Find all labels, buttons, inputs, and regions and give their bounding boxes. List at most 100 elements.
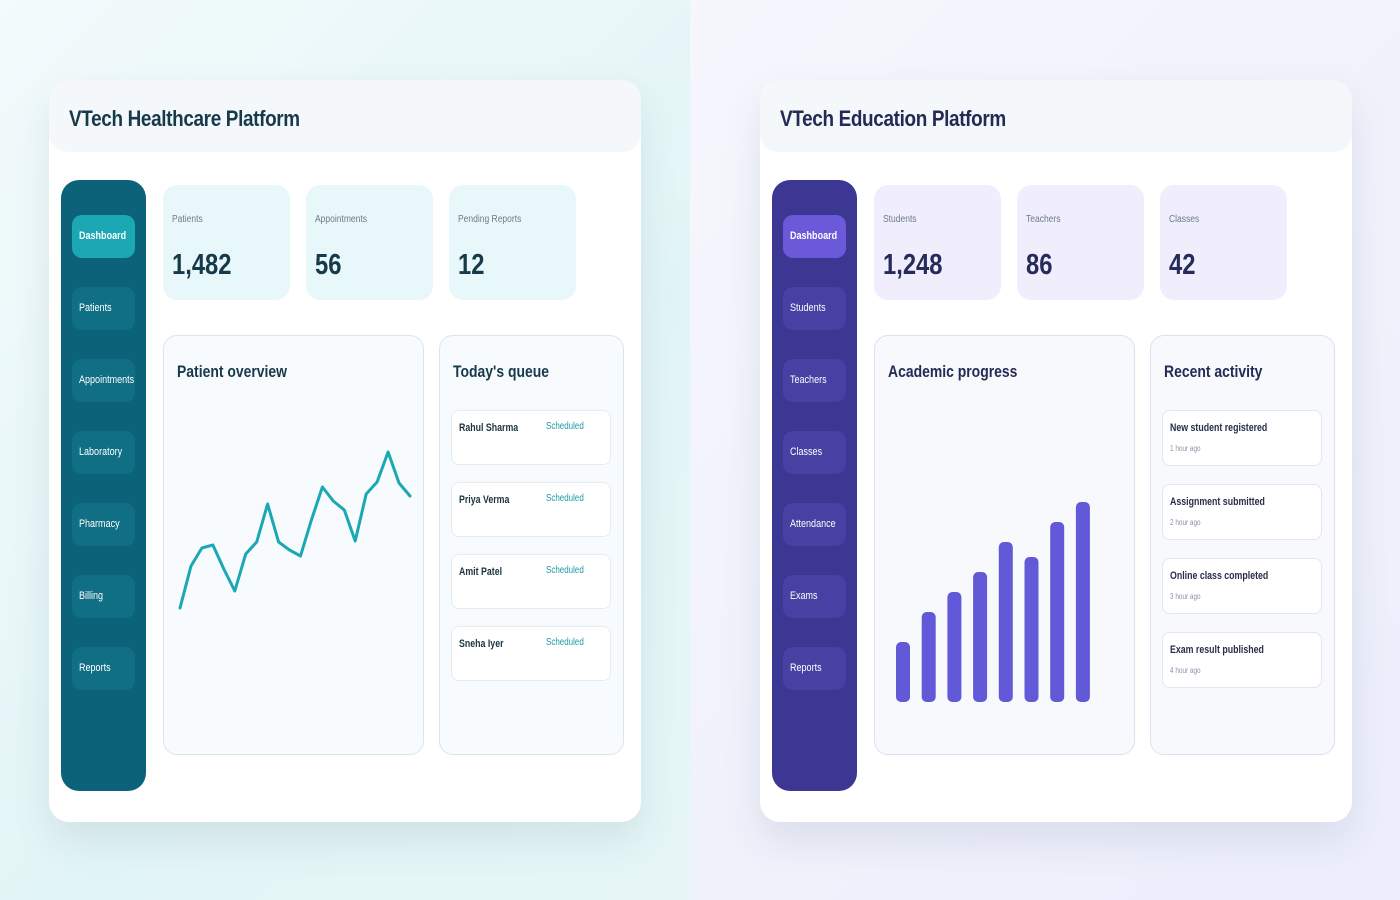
activity-item[interactable]: Exam result published 4 hour ago: [1162, 632, 1322, 688]
sidebar-item-billing[interactable]: Billing: [72, 575, 135, 618]
line-point-8: [255, 540, 258, 544]
sidebar-item-reports[interactable]: Reports: [783, 647, 846, 690]
stat-card-classes: Classes 42: [1160, 185, 1287, 300]
sidebar-item-attendance[interactable]: Attendance: [783, 503, 846, 546]
bar-5: [998, 542, 1013, 702]
sidebar-item-classes[interactable]: Classes: [783, 431, 846, 474]
status-badge: Scheduled: [546, 421, 584, 432]
patient-name: Priya Verma: [459, 494, 510, 506]
stat-card-students: Students 1,248: [874, 185, 1001, 300]
sidebar-item-appointments[interactable]: Appointments: [72, 359, 135, 402]
academic-progress-chart: [896, 502, 1090, 702]
line-point-17: [354, 539, 357, 543]
stat-card-patients: Patients 1,482: [163, 185, 290, 300]
stat-label: Appointments: [315, 214, 367, 225]
sidebar-item-label: Students: [790, 302, 826, 314]
activity-text: New student registered: [1170, 422, 1268, 434]
line-point-2: [189, 564, 193, 568]
sidebar-item-label: Dashboard: [790, 230, 838, 242]
line-point-15: [332, 499, 335, 503]
education-title: VTech Education Platform: [780, 106, 1006, 131]
panel-title: Recent activity: [1164, 362, 1263, 381]
stat-value: 1,482: [172, 249, 232, 281]
sidebar-item-dashboard[interactable]: Dashboard: [72, 215, 135, 258]
healthcare-dashboard: VTech Healthcare Platform Dashboard Pati…: [49, 80, 641, 822]
recent-activity-panel: Recent activity New student registered 1…: [1150, 335, 1335, 755]
sidebar-item-patients[interactable]: Patients: [72, 287, 135, 330]
line-point-16: [343, 508, 346, 512]
bar-6: [1024, 557, 1039, 702]
patient-overview-chart: [178, 450, 412, 610]
sidebar-item-students[interactable]: Students: [783, 287, 846, 330]
stat-card-appointments: Appointments 56: [306, 185, 433, 300]
stat-label: Students: [883, 214, 917, 225]
status-badge: Scheduled: [546, 565, 584, 576]
stat-label: Patients: [172, 214, 203, 225]
panel-title: Today's queue: [453, 362, 550, 381]
sidebar-item-label: Reports: [79, 662, 111, 674]
bar-2: [921, 612, 936, 702]
stat-card-teachers: Teachers 86: [1017, 185, 1144, 300]
sidebar-item-dashboard[interactable]: Dashboard: [783, 215, 846, 258]
line-point-14: [321, 485, 324, 489]
sidebar-item-label: Patients: [79, 302, 112, 314]
line-point-7: [244, 552, 247, 556]
activity-time: 3 hour ago: [1170, 592, 1201, 601]
sidebar-item-label: Classes: [790, 446, 823, 458]
line-point-3: [200, 546, 204, 550]
line-point-12: [299, 554, 302, 558]
sidebar-item-label: Attendance: [790, 518, 836, 530]
queue-item[interactable]: Amit Patel Scheduled: [451, 554, 611, 609]
sidebar-item-label: Teachers: [790, 374, 827, 386]
status-badge: Scheduled: [546, 493, 584, 504]
stat-label: Classes: [1169, 214, 1200, 225]
bar-8: [1075, 502, 1090, 702]
line-point-18: [365, 492, 368, 496]
stat-value: 12: [458, 249, 485, 281]
sidebar-item-label: Laboratory: [79, 446, 123, 458]
line-point-20: [386, 450, 390, 454]
patient-overview-line: [178, 450, 412, 610]
sidebar-item-label: Dashboard: [79, 230, 127, 242]
academic-progress-panel: Academic progress: [874, 335, 1135, 755]
queue-item[interactable]: Sneha Iyer Scheduled: [451, 626, 611, 681]
queue-item[interactable]: Rahul Sharma Scheduled: [451, 410, 611, 465]
sidebar-item-label: Reports: [790, 662, 822, 674]
queue-item[interactable]: Priya Verma Scheduled: [451, 482, 611, 537]
sidebar-item-laboratory[interactable]: Laboratory: [72, 431, 135, 474]
activity-item[interactable]: Assignment submitted 2 hour ago: [1162, 484, 1322, 540]
sidebar-item-pharmacy[interactable]: Pharmacy: [72, 503, 135, 546]
stat-value: 42: [1169, 249, 1196, 281]
patient-name: Rahul Sharma: [459, 422, 519, 434]
line-point-6: [233, 589, 236, 593]
sidebar-item-label: Appointments: [79, 374, 135, 386]
patient-overview-panel: Patient overview: [163, 335, 424, 755]
stat-value: 86: [1026, 249, 1053, 281]
stat-label: Teachers: [1026, 214, 1061, 225]
line-point-21: [397, 481, 401, 485]
sidebar-item-label: Billing: [79, 590, 104, 602]
stat-value: 1,248: [883, 249, 943, 281]
healthcare-header: VTech Healthcare Platform: [49, 80, 641, 152]
sidebar-item-label: Exams: [790, 590, 818, 602]
line-point-4: [211, 543, 215, 547]
activity-time: 1 hour ago: [1170, 444, 1201, 453]
activity-item[interactable]: New student registered 1 hour ago: [1162, 410, 1322, 466]
stat-value: 56: [315, 249, 342, 281]
line-point-1: [178, 606, 182, 610]
activity-item[interactable]: Online class completed 3 hour ago: [1162, 558, 1322, 614]
sidebar-item-exams[interactable]: Exams: [783, 575, 846, 618]
line-point-9: [266, 502, 269, 506]
activity-text: Online class completed: [1170, 570, 1269, 582]
sidebar-item-reports[interactable]: Reports: [72, 647, 135, 690]
line-point-22: [408, 494, 412, 498]
patient-name: Amit Patel: [459, 566, 503, 578]
education-header: VTech Education Platform: [760, 80, 1352, 152]
sidebar-item-teachers[interactable]: Teachers: [783, 359, 846, 402]
line-point-10: [277, 540, 280, 544]
healthcare-title: VTech Healthcare Platform: [69, 106, 300, 131]
sidebar-item-label: Pharmacy: [79, 518, 120, 530]
activity-text: Exam result published: [1170, 644, 1264, 656]
stat-label: Pending Reports: [458, 214, 522, 225]
patient-name: Sneha Iyer: [459, 638, 504, 650]
